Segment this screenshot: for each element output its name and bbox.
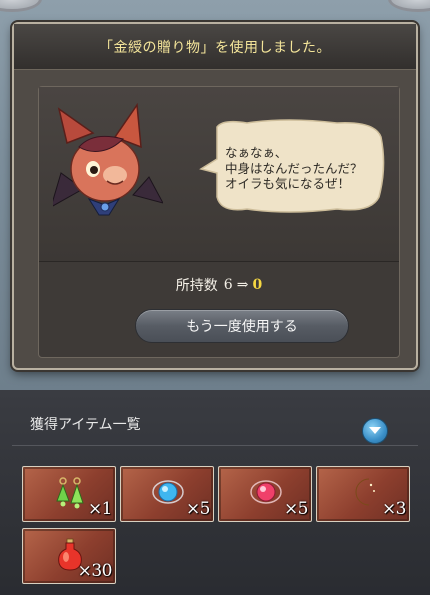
character-area: なぁなぁ、 中身はなんだったんだ？ オイラも気になるぜ！: [39, 87, 399, 262]
item-quantity: ×3: [381, 499, 407, 519]
speech-text: なぁなぁ、 中身はなんだったんだ？ オイラも気になるぜ！: [225, 145, 395, 192]
item-tile-red-orb[interactable]: ×5: [218, 466, 312, 522]
item-tile-blue-orb[interactable]: ×5: [120, 466, 214, 522]
item-tile-earrings[interactable]: ×1: [22, 466, 116, 522]
ornament-right: [388, 0, 430, 12]
item-quantity: ×1: [87, 499, 113, 519]
item-quantity: ×30: [77, 561, 113, 581]
obtained-items-header: 獲得アイテム一覧: [12, 404, 418, 446]
owned-count-row: 所持数 6 ⇒ 0: [39, 272, 399, 298]
item-quantity: ×5: [185, 499, 211, 519]
red-orb-icon: [250, 480, 282, 504]
speech-line-3: オイラも気になるぜ！: [225, 176, 351, 191]
vyrn-character-icon: [53, 103, 163, 216]
dialog-title: 「金綬の贈り物」を使用しました。: [99, 39, 331, 56]
arrow-icon: ⇒: [236, 277, 249, 293]
owned-count-after: 0: [252, 277, 263, 293]
item-tile-moon[interactable]: ×3: [316, 466, 410, 522]
speech-line-1: なぁなぁ、: [225, 145, 288, 160]
obtained-items-title: 獲得アイテム一覧: [30, 417, 141, 433]
green-earrings-icon: [56, 477, 84, 509]
owned-count-label: 所持数: [175, 278, 218, 294]
dialog-header: 「金綬の贈り物」を使用しました。: [14, 24, 416, 70]
blue-orb-icon: [152, 480, 184, 504]
chevron-down-icon[interactable]: [362, 418, 388, 444]
crescent-moon-icon: [355, 478, 375, 506]
dialog-body: なぁなぁ、 中身はなんだったんだ？ オイラも気になるぜ！ 所持数 6 ⇒ 0 も…: [38, 86, 400, 358]
item-quantity: ×5: [283, 499, 309, 519]
speech-bubble: なぁなぁ、 中身はなんだったんだ？ オイラも気になるぜ！: [187, 117, 387, 215]
owned-count-before: 6: [223, 277, 233, 293]
speech-line-2: 中身はなんだったんだ？: [225, 160, 363, 176]
ornament-left: [0, 0, 42, 12]
use-again-button[interactable]: もう一度使用する: [135, 309, 349, 343]
item-tile-potion[interactable]: ×30: [22, 528, 116, 584]
item-used-dialog: 「金綬の贈り物」を使用しました。 なぁなぁ、 中身はなんだったんだ？ オイラも気…: [12, 22, 418, 370]
obtained-items-grid: ×1 ×5 ×5 ×3 ×30: [22, 466, 414, 586]
